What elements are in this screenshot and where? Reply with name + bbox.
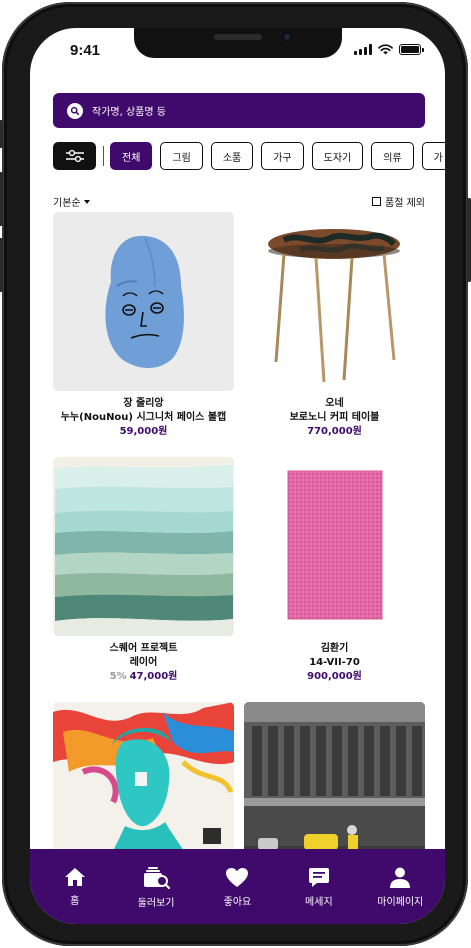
caret-down-icon	[83, 199, 90, 204]
product-title: 레이어	[129, 657, 158, 668]
sort-label: 기본순	[53, 198, 81, 209]
chip-furniture[interactable]: 가구	[261, 142, 304, 170]
product-artist: 김환기	[320, 643, 349, 654]
product-card[interactable]: 스퀘어 프로젝트 레이어 5% 47,000원	[53, 457, 234, 684]
status-time: 9:41	[70, 42, 101, 59]
volume-down-button	[0, 238, 3, 292]
product-title: 누누(NouNou) 시그니처 페이스 볼캡	[60, 412, 227, 423]
product-card[interactable]: 오네 보로노니 커피 테이블 770,000원	[244, 212, 425, 439]
front-camera	[282, 32, 292, 42]
product-artist: 오네	[325, 398, 344, 409]
product-artist: 스퀘어 프로젝트	[109, 643, 178, 654]
product-card[interactable]: 장 줄리앙 누누(NouNou) 시그니처 페이스 볼캡 59,000원	[53, 212, 234, 439]
signal-icon	[354, 44, 372, 55]
tab-browse[interactable]: 둘러보기	[121, 867, 191, 924]
tab-mypage[interactable]: 마이페이지	[365, 867, 435, 924]
bottom-tab-bar: 홈 둘러보기 좋아요 메세지 마이페이지	[30, 849, 445, 924]
battery-icon	[399, 44, 424, 55]
search-icon	[67, 102, 83, 119]
product-artist: 장 줄리앙	[123, 398, 164, 409]
checkbox-icon[interactable]	[372, 197, 382, 206]
wifi-icon	[378, 44, 393, 55]
product-image[interactable]	[53, 457, 234, 636]
category-filter-row: 전체 그림 소품 가구 도자기 의류 가	[53, 142, 445, 170]
browse-icon	[144, 867, 171, 889]
search-input[interactable]: 작가명, 상품명 등	[92, 103, 166, 118]
chip-divider	[103, 146, 104, 166]
product-image[interactable]	[244, 457, 425, 636]
filter-settings-button[interactable]	[53, 142, 96, 170]
product-price: 59,000원	[119, 426, 168, 437]
tab-messages-label: 메세지	[305, 897, 333, 908]
speaker	[214, 34, 262, 40]
home-icon	[64, 868, 85, 886]
notch	[134, 28, 342, 58]
tab-likes-label: 좋아요	[223, 897, 252, 908]
chip-props[interactable]: 소품	[210, 142, 254, 170]
message-icon	[308, 868, 329, 887]
search-bar[interactable]: 작가명, 상품명 등	[53, 93, 425, 128]
discount-rate: 5%	[109, 671, 127, 682]
user-icon	[390, 867, 411, 888]
chip-clothing[interactable]: 의류	[371, 142, 414, 170]
tab-likes[interactable]: 좋아요	[202, 867, 272, 924]
exclude-soldout-toggle[interactable]: 품절 제외	[372, 194, 425, 209]
status-icons	[354, 44, 424, 55]
tab-home-label: 홈	[70, 896, 80, 907]
chip-ceramics[interactable]: 도자기	[311, 142, 364, 170]
silent-switch	[0, 120, 3, 148]
chip-more[interactable]: 가	[421, 142, 445, 170]
power-button	[467, 198, 471, 282]
product-title: 보로노니 커피 테이블	[289, 412, 380, 423]
tab-home[interactable]: 홈	[40, 867, 110, 924]
product-image[interactable]	[244, 212, 425, 391]
chip-all[interactable]: 전체	[110, 142, 153, 170]
phone-frame: 9:41 작가명, 상품명 등 전체 그림 소품 가구 도자기 의류 가 기본순…	[0, 2, 471, 946]
exclude-soldout-label: 품절 제외	[385, 198, 425, 209]
product-price: 47,000원	[129, 671, 178, 682]
sliders-icon	[65, 149, 84, 163]
sort-dropdown[interactable]: 기본순	[53, 194, 90, 209]
product-card[interactable]: 김환기 14-VII-70 900,000원	[244, 457, 425, 684]
product-price: 770,000원	[307, 426, 362, 437]
app-screen: 9:41 작가명, 상품명 등 전체 그림 소품 가구 도자기 의류 가 기본순…	[30, 28, 445, 924]
chip-painting[interactable]: 그림	[160, 142, 203, 170]
tab-mypage-label: 마이페이지	[377, 897, 424, 908]
heart-icon	[226, 868, 249, 887]
volume-up-button	[0, 172, 3, 226]
product-price: 900,000원	[307, 671, 362, 682]
product-title: 14-VII-70	[309, 657, 360, 668]
tab-messages[interactable]: 메세지	[284, 867, 354, 924]
tab-browse-label: 둘러보기	[137, 898, 175, 909]
product-image[interactable]	[53, 212, 234, 391]
product-price-row: 5% 47,000원	[53, 670, 234, 684]
